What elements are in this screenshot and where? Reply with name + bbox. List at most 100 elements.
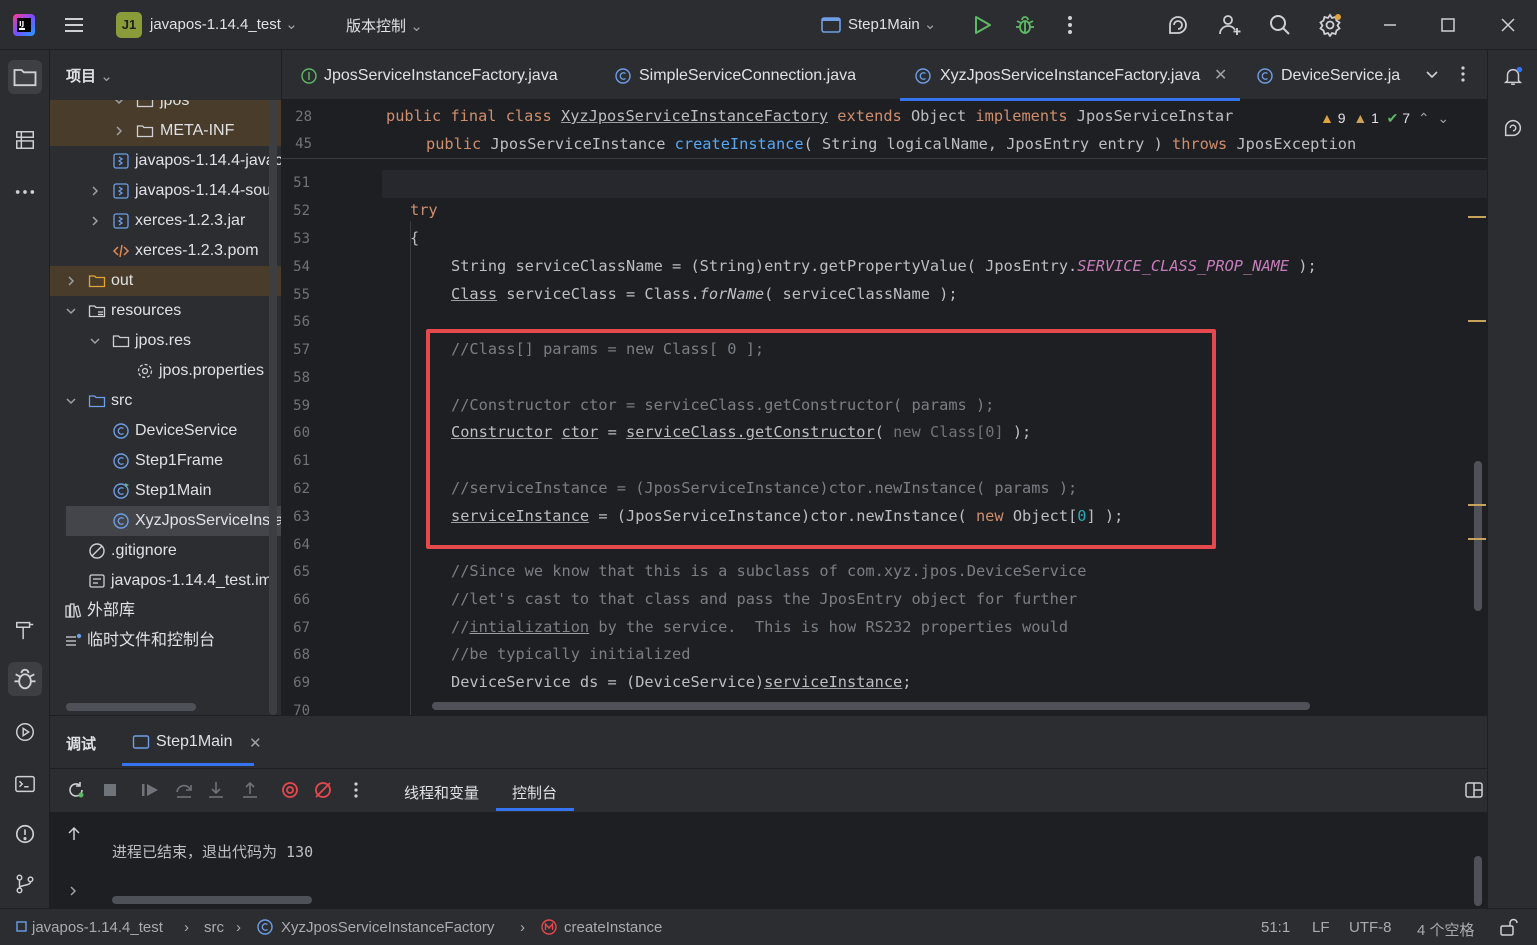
code-comment: //let's cast to that class and pass the … [451,590,1078,608]
project-view-dropdown[interactable]: 项目 ⌄ [66,65,113,86]
tree-item-iml[interactable]: javapos-1.14.4_test.iml [50,566,281,596]
tree-item-xyzjposserviceinstance[interactable]: XyzJposServiceInsta [66,506,281,536]
console-h-scrollbar[interactable] [112,896,312,904]
chevron-right-icon[interactable] [66,884,80,898]
maximize-icon[interactable] [1436,13,1460,37]
debug-session-tab[interactable]: Step1Main ✕ [122,722,262,766]
chevron-down-icon[interactable] [64,304,78,318]
file-encoding[interactable]: UTF-8 [1349,919,1392,936]
notifications-icon[interactable] [1499,62,1527,90]
project-h-scrollbar[interactable] [66,703,196,711]
unlock-icon[interactable] [1498,917,1518,937]
chevron-down-icon[interactable] [88,334,102,348]
tree-item-meta-inf[interactable]: META-INF [50,116,281,146]
settings-gear-icon[interactable] [1318,13,1342,37]
close-session-icon[interactable]: ✕ [249,734,262,752]
git-icon[interactable] [11,870,39,898]
scroll-up-icon[interactable] [66,826,82,842]
structure-icon[interactable] [11,126,39,154]
run-icon[interactable] [970,13,994,37]
tree-item-jpos[interactable]: jpos [50,100,281,116]
tree-item-jpos-properties[interactable]: jpos.properties [50,356,281,386]
sticky-method-line[interactable]: public JposServiceInstance createInstanc… [426,135,1356,153]
tree-item-xerces-jar[interactable]: xerces-1.2.3.jar [50,206,281,236]
console-v-scrollbar[interactable] [1474,856,1482,906]
tree-item-resources[interactable]: resources [50,296,281,326]
tab-deviceservice[interactable]: DeviceService.ja [1256,50,1400,100]
ai-assistant-icon[interactable] [1166,13,1190,37]
close-window-icon[interactable] [1496,13,1520,37]
tree-item-src[interactable]: src [50,386,281,416]
rerun-icon[interactable] [66,780,86,800]
chevron-right-icon[interactable] [88,184,102,198]
class-icon [914,67,932,85]
chevron-right-icon[interactable] [88,214,102,228]
minimize-icon[interactable] [1378,13,1402,37]
inspection-widget[interactable]: ▲ 9 ▲ 1 ✔ 7 ⌃ ⌄ [1312,107,1450,129]
caret-position[interactable]: 51:1 [1261,919,1290,936]
project-folder-icon[interactable] [8,60,42,94]
vcs-menu[interactable]: 版本控制 ⌄ [346,15,423,36]
search-icon[interactable] [1268,13,1292,37]
ai-chat-icon[interactable] [1499,114,1527,142]
breadcrumb-src[interactable]: src [204,919,224,936]
chevron-right-icon[interactable] [64,274,78,288]
chevron-down-icon[interactable]: ⌄ [1437,110,1449,126]
tree-item-xerces-pom[interactable]: xerces-1.2.3.pom [50,236,281,266]
chevron-right-icon[interactable] [112,124,126,138]
tab-console[interactable]: 控制台 [496,771,574,811]
ignore-file-icon [88,542,106,560]
tab-xyzjposserviceinstancefactory[interactable]: XyzJposServiceInstanceFactory.java ✕ [900,50,1240,101]
tree-item-step1frame[interactable]: Step1Frame [50,446,281,476]
vcs-menu-label: 版本控制 [346,18,407,35]
problems-icon[interactable] [11,820,39,848]
debug-icon[interactable] [1013,13,1037,37]
breadcrumb-method[interactable]: createInstance [564,919,662,936]
chevron-up-icon[interactable]: ⌃ [1418,110,1430,126]
step-over-icon[interactable] [174,780,194,800]
build-hammer-icon[interactable] [11,616,39,644]
tree-item-javac-jar[interactable]: javapos-1.14.4-javac [50,146,281,176]
more-actions-icon[interactable] [1058,13,1082,37]
sticky-class-line[interactable]: public final class XyzJposServiceInstanc… [386,107,1233,125]
add-user-icon[interactable] [1218,13,1242,37]
tabs-more-icon[interactable] [1454,65,1472,83]
tree-item-sources-jar[interactable]: javapos-1.14.4-sour [50,176,281,206]
run-config-dropdown[interactable]: Step1Main ⌄ [848,15,936,33]
breadcrumb-project[interactable]: javapos-1.14.4_test [32,919,163,936]
indent-settings[interactable]: 4 个空格 [1417,919,1475,940]
debug-tool-icon[interactable] [8,662,42,696]
resume-icon[interactable] [140,780,160,800]
breadcrumb-class[interactable]: XyzJposServiceInstanceFactory [281,919,494,936]
chevron-down-icon[interactable] [112,100,126,108]
tab-simpleserviceconnection[interactable]: SimpleServiceConnection.java [614,50,856,100]
tree-item-jpos-res[interactable]: jpos.res [50,326,281,356]
tabs-overflow-icon[interactable] [1423,65,1441,83]
close-tab-icon[interactable]: ✕ [1214,50,1227,102]
tree-item-step1main[interactable]: Step1Main [50,476,281,506]
mute-breakpoints-icon[interactable] [313,780,333,800]
tree-item-external-libraries[interactable]: 外部库 [50,596,281,626]
tab-jposserviceinstancefactory[interactable]: JposServiceInstanceFactory.java [300,50,558,100]
project-badge[interactable]: J1 [116,12,142,38]
line-separator[interactable]: LF [1312,919,1330,936]
main-menu-icon[interactable] [62,13,86,37]
terminal-icon[interactable] [11,770,39,798]
step-out-icon[interactable] [240,780,260,800]
tree-item-scratches[interactable]: 临时文件和控制台 [50,626,281,656]
app-logo-icon[interactable]: IJ [12,13,36,37]
view-breakpoints-icon[interactable] [280,780,300,800]
divider [50,768,1487,769]
more-debug-actions-icon[interactable] [346,780,366,800]
project-name-dropdown[interactable]: javapos-1.14.4_test ⌄ [150,15,298,33]
layout-settings-icon[interactable] [1464,780,1484,800]
tab-threads-variables[interactable]: 线程和变量 [404,782,479,803]
step-into-icon[interactable] [206,780,226,800]
tree-item-deviceservice[interactable]: DeviceService [50,416,281,446]
chevron-down-icon[interactable] [64,394,78,408]
tree-item-gitignore[interactable]: .gitignore [50,536,281,566]
services-icon[interactable] [11,718,39,746]
more-tools-icon[interactable] [11,178,39,206]
tree-item-out[interactable]: out [50,266,281,296]
stop-icon[interactable] [100,780,120,800]
